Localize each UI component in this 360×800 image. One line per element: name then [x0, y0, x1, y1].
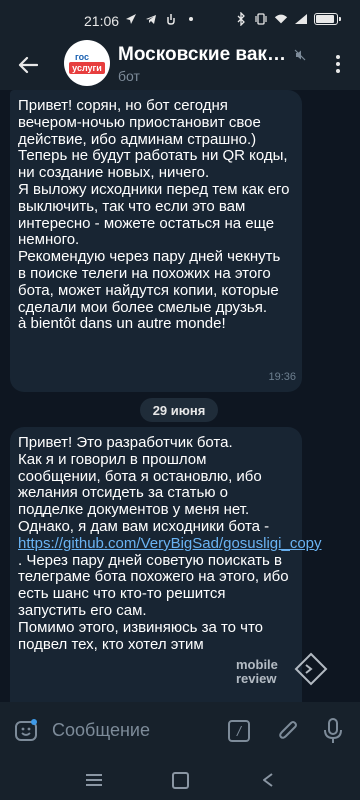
bluetooth-icon	[234, 12, 248, 26]
attach-icon[interactable]	[276, 718, 300, 744]
message-input-bar: Сообщение /	[0, 702, 360, 760]
status-left-icons	[124, 12, 198, 26]
mic-icon[interactable]	[322, 717, 344, 745]
message-bubble[interactable]: Привет! сорян, но бот сегодня вечером-но…	[10, 90, 302, 392]
gesture-icon	[164, 12, 178, 26]
watermark-logo-icon	[294, 652, 328, 686]
mute-icon	[294, 49, 306, 61]
message-text: Привет! сорян, но бот сегодня вечером-но…	[18, 97, 290, 333]
chat-subtitle: бот	[118, 68, 140, 84]
system-nav-bar	[0, 760, 360, 800]
avatar-logo-top: гос	[74, 51, 89, 62]
status-right-icons	[234, 12, 341, 26]
message-link[interactable]: https://github.com/VeryBigSad/gosusligi_…	[18, 535, 322, 552]
chat-title[interactable]: Московские вакци…	[118, 44, 290, 66]
message-text-continued: . Через пару дней советую поискать в тел…	[18, 551, 289, 653]
chat-header: гос услуги Московские вакци… бот	[0, 40, 360, 90]
nav-back-icon[interactable]	[260, 772, 276, 788]
recent-apps-icon[interactable]	[86, 774, 102, 786]
wifi-icon	[274, 12, 288, 26]
more-vert-icon[interactable]	[328, 52, 348, 76]
back-arrow-icon	[18, 56, 38, 74]
home-icon[interactable]	[172, 772, 189, 789]
vibrate-icon	[254, 12, 268, 26]
date-divider: 29 июня	[140, 398, 218, 422]
watermark-text: mobile review	[236, 657, 278, 686]
back-button[interactable]	[12, 50, 44, 80]
signal-icon	[294, 12, 308, 26]
dot-icon	[184, 12, 198, 26]
avatar[interactable]: гос услуги	[64, 40, 110, 86]
messages-list[interactable]: Привет! сорян, но бот сегодня вечером-но…	[0, 90, 360, 702]
message-text: Привет! Это разработчик бота. Как я и го…	[18, 434, 270, 535]
watermark: mobile review	[236, 652, 332, 702]
avatar-logo-bottom: услуги	[69, 61, 105, 74]
message-time: 19:36	[268, 371, 296, 384]
message-input[interactable]: Сообщение	[52, 720, 150, 741]
battery-icon	[314, 13, 341, 25]
telegram-icon	[144, 12, 158, 26]
command-icon[interactable]: /	[228, 720, 250, 742]
status-bar: 21:06	[0, 0, 360, 40]
emoji-icon[interactable]	[14, 719, 38, 743]
location-icon	[124, 12, 138, 26]
status-time: 21:06	[84, 13, 120, 29]
